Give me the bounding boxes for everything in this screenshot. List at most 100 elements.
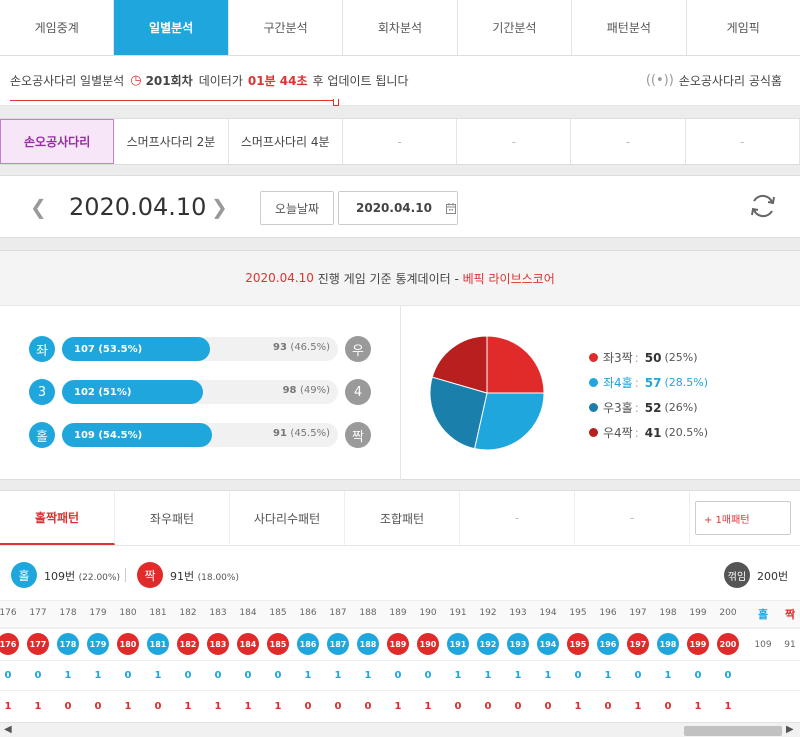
round-header: 178 bbox=[59, 608, 77, 618]
even-flag: 1 bbox=[574, 701, 582, 712]
result-ball: 187 bbox=[327, 633, 349, 655]
odd-flag: 0 bbox=[424, 670, 432, 681]
nav-tab-1[interactable]: 일별분석 bbox=[114, 0, 229, 55]
result-ball: 179 bbox=[87, 633, 109, 655]
even-flag: 0 bbox=[514, 701, 522, 712]
result-ball: 199 bbox=[687, 633, 709, 655]
horizontal-scrollbar[interactable]: ◀ ▶ bbox=[0, 722, 800, 737]
stat-right-label: 93 (46.5%) bbox=[273, 342, 330, 353]
result-ball: 182 bbox=[177, 633, 199, 655]
odd-flag: 0 bbox=[124, 670, 132, 681]
total-even-header: 짝 bbox=[784, 608, 796, 621]
legend-colon: : bbox=[634, 350, 639, 365]
legend-item-1: 좌4홀 :57 (28.5%) bbox=[589, 370, 708, 395]
nav-tab-6[interactable]: 게임픽 bbox=[687, 0, 800, 55]
legend-label: 좌4홀 bbox=[603, 376, 633, 390]
odd-flag: 0 bbox=[4, 670, 12, 681]
game-tab-1[interactable]: 스머프사다리 2분 bbox=[114, 119, 229, 164]
stats-title: 2020.04.10 진행 게임 기준 통계데이터 - 베픽 라이브스코어 bbox=[0, 251, 800, 306]
next-date-icon[interactable]: ❯ bbox=[211, 195, 228, 219]
odd-flag: 0 bbox=[34, 670, 42, 681]
result-ball: 188 bbox=[357, 633, 379, 655]
pattern-tab-3[interactable]: 조합패턴 bbox=[345, 491, 460, 545]
stats-panel: 2020.04.10 진행 게임 기준 통계데이터 - 베픽 라이브스코어 좌1… bbox=[0, 250, 800, 481]
total-even: 91 bbox=[784, 640, 796, 650]
legend-value: 50 bbox=[644, 350, 662, 365]
prev-date-icon[interactable]: ❮ bbox=[30, 195, 47, 219]
current-date: 2020.04.10 bbox=[69, 193, 207, 221]
nav-tab-3[interactable]: 회차분석 bbox=[343, 0, 458, 55]
odd-flag: 1 bbox=[544, 670, 552, 681]
stat-bar-fill: 102 (51%) bbox=[62, 380, 203, 404]
legend-colon: : bbox=[634, 425, 639, 440]
odd-flag: 0 bbox=[184, 670, 192, 681]
pattern-tabs: 홀짝패턴 좌우패턴 사다리수패턴 조합패턴 - - + 1매패턴 bbox=[0, 491, 800, 546]
official-home-label: 손오공사다리 공식홈 bbox=[678, 74, 782, 88]
round-header: 190 bbox=[419, 608, 437, 618]
even-badge: 짝 bbox=[137, 562, 163, 588]
round-header: 189 bbox=[389, 608, 407, 618]
round-header: 198 bbox=[659, 608, 677, 618]
single-pattern-button[interactable]: + 1매패턴 bbox=[695, 501, 791, 535]
stat-bar-track: 102 (51%) 98 (49%) bbox=[62, 380, 338, 404]
round-header: 200 bbox=[719, 608, 737, 618]
result-ball: 176 bbox=[0, 633, 19, 655]
result-ball: 183 bbox=[207, 633, 229, 655]
even-flag: 1 bbox=[724, 701, 732, 712]
even-flag: 0 bbox=[64, 701, 72, 712]
odd-flag: 0 bbox=[394, 670, 402, 681]
even-flag: 0 bbox=[604, 701, 612, 712]
round-header: 185 bbox=[269, 608, 287, 618]
result-ball: 186 bbox=[297, 633, 319, 655]
pattern-section: 홀짝패턴 좌우패턴 사다리수패턴 조합패턴 - - + 1매패턴 홀 109번 (22.00… bbox=[0, 490, 800, 737]
even-flag: 0 bbox=[544, 701, 552, 712]
round-header: 182 bbox=[179, 608, 197, 618]
game-tab-2[interactable]: 스머프사다리 4분 bbox=[229, 119, 343, 164]
even-flag: 0 bbox=[484, 701, 492, 712]
result-ball: 184 bbox=[237, 633, 259, 655]
scroll-left-icon[interactable]: ◀ bbox=[4, 724, 12, 735]
game-tabs: 손오공사다리 스머프사다리 2분 스머프사다리 4분 - - - - bbox=[0, 118, 800, 165]
scroll-right-icon[interactable]: ▶ bbox=[786, 724, 794, 735]
stat-right-count: 91 bbox=[273, 428, 287, 439]
legend-item-2: 우3홀 :52 (26%) bbox=[589, 395, 708, 420]
pattern-tab-0[interactable]: 홀짝패턴 bbox=[0, 491, 115, 545]
nav-tab-2[interactable]: 구간분석 bbox=[229, 0, 344, 55]
odd-flag: 0 bbox=[724, 670, 732, 681]
pattern-tab-1[interactable]: 좌우패턴 bbox=[115, 491, 230, 545]
stat-left-badge: 홀 bbox=[29, 422, 55, 448]
date-picker[interactable]: 2020.04.10 bbox=[338, 191, 458, 225]
round-header: 188 bbox=[359, 608, 377, 618]
nav-tab-0[interactable]: 게임중계 bbox=[0, 0, 115, 55]
even-flag: 1 bbox=[394, 701, 402, 712]
official-home-link[interactable]: ((•)) 손오공사다리 공식홈 bbox=[646, 72, 782, 89]
legend-dot bbox=[589, 378, 598, 387]
nav-tab-5[interactable]: 패턴분석 bbox=[572, 0, 687, 55]
round-header: 195 bbox=[569, 608, 587, 618]
odd-flag: 1 bbox=[664, 670, 672, 681]
nav-tab-4[interactable]: 기간분석 bbox=[458, 0, 573, 55]
game-tab-0[interactable]: 손오공사다리 bbox=[0, 119, 115, 164]
result-ball: 200 bbox=[717, 633, 739, 655]
stat-left-badge: 3 bbox=[29, 379, 55, 405]
even-flag: 1 bbox=[634, 701, 642, 712]
date-picker-value: 2020.04.10 bbox=[356, 201, 432, 215]
even-flag: 0 bbox=[94, 701, 102, 712]
odd-flag: 1 bbox=[334, 670, 342, 681]
info-suffix: 후 업데이트 됩니다 bbox=[312, 74, 409, 88]
odd-flag: 0 bbox=[244, 670, 252, 681]
legend-label: 우3홀 bbox=[603, 401, 633, 415]
refresh-icon[interactable] bbox=[748, 191, 778, 221]
odd-flag: 1 bbox=[514, 670, 522, 681]
scroll-thumb[interactable] bbox=[684, 726, 782, 736]
grid-row-line bbox=[0, 660, 800, 661]
today-button[interactable]: 오늘날짜 bbox=[260, 191, 334, 225]
odd-flag: 0 bbox=[274, 670, 282, 681]
odd-summary: 109번 (22.00%) bbox=[44, 570, 120, 583]
result-ball: 190 bbox=[417, 633, 439, 655]
stats-divider bbox=[400, 306, 401, 481]
round-header: 179 bbox=[89, 608, 107, 618]
pattern-grid: 176 176 0 1 177 177 0 1 178 178 1 0 179 179 1 0 180 180 0 1… bbox=[0, 600, 800, 722]
pattern-tab-2[interactable]: 사다리수패턴 bbox=[230, 491, 345, 545]
pattern-tab-5: - bbox=[575, 491, 690, 545]
